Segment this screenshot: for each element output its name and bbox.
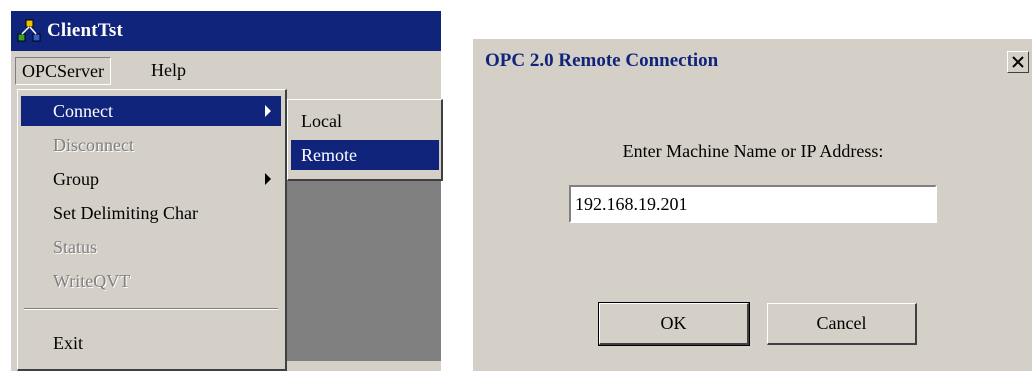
menu-item-disconnect: Disconnect <box>21 130 281 160</box>
connect-submenu: Local Remote <box>287 99 443 181</box>
close-icon <box>1012 56 1024 68</box>
menu-opcserver-label: OPCServer <box>22 61 104 81</box>
submenu-item-remote-label: Remote <box>301 145 357 165</box>
submenu-arrow-icon <box>265 173 271 185</box>
dialog-titlebar[interactable]: OPC 2.0 Remote Connection <box>473 39 1032 83</box>
opcserver-dropdown: Connect Disconnect Group Set Delimiting … <box>17 89 287 371</box>
menu-separator <box>24 308 278 310</box>
cancel-button[interactable]: Cancel <box>767 303 917 345</box>
submenu-arrow-icon <box>265 105 271 117</box>
menu-item-status-label: Status <box>53 237 98 257</box>
client-workspace <box>287 181 441 361</box>
menu-item-writeqvt: WriteQVT <box>21 266 281 296</box>
menu-item-set-delimiting-char-label: Set Delimiting Char <box>53 203 198 223</box>
menu-item-connect[interactable]: Connect <box>21 96 281 126</box>
opc-network-icon <box>17 19 41 42</box>
ip-prompt-label: Enter Machine Name or IP Address: <box>622 141 884 161</box>
client-window: ClientTst OPCServer Help Connect Disconn… <box>10 10 443 371</box>
menu-item-writeqvt-label: WriteQVT <box>53 271 131 291</box>
submenu-item-local-label: Local <box>301 111 342 131</box>
close-button[interactable] <box>1007 51 1029 73</box>
menu-item-connect-label: Connect <box>53 101 113 121</box>
menu-item-exit[interactable]: Exit <box>21 328 281 358</box>
menu-item-set-delimiting-char[interactable]: Set Delimiting Char <box>21 198 281 228</box>
menu-help-label: Help <box>151 60 186 80</box>
submenu-item-local[interactable]: Local <box>291 106 439 136</box>
menubar: OPCServer Help <box>11 53 441 87</box>
menu-item-status: Status <box>21 232 281 262</box>
client-window-title: ClientTst <box>47 20 124 41</box>
dialog-title: OPC 2.0 Remote Connection <box>485 50 719 71</box>
menu-opcserver[interactable]: OPCServer <box>15 57 111 85</box>
ip-address-input[interactable] <box>569 185 937 223</box>
menu-item-disconnect-label: Disconnect <box>53 135 134 155</box>
menu-item-group-label: Group <box>53 169 99 189</box>
remote-connection-dialog: OPC 2.0 Remote Connection Enter Machine … <box>472 38 1032 371</box>
submenu-item-remote[interactable]: Remote <box>291 140 439 170</box>
menu-item-group[interactable]: Group <box>21 164 281 194</box>
menu-item-exit-label: Exit <box>53 333 83 353</box>
ok-button[interactable]: OK <box>598 302 750 346</box>
menu-help[interactable]: Help <box>145 57 192 83</box>
client-titlebar[interactable]: ClientTst <box>11 11 441 51</box>
